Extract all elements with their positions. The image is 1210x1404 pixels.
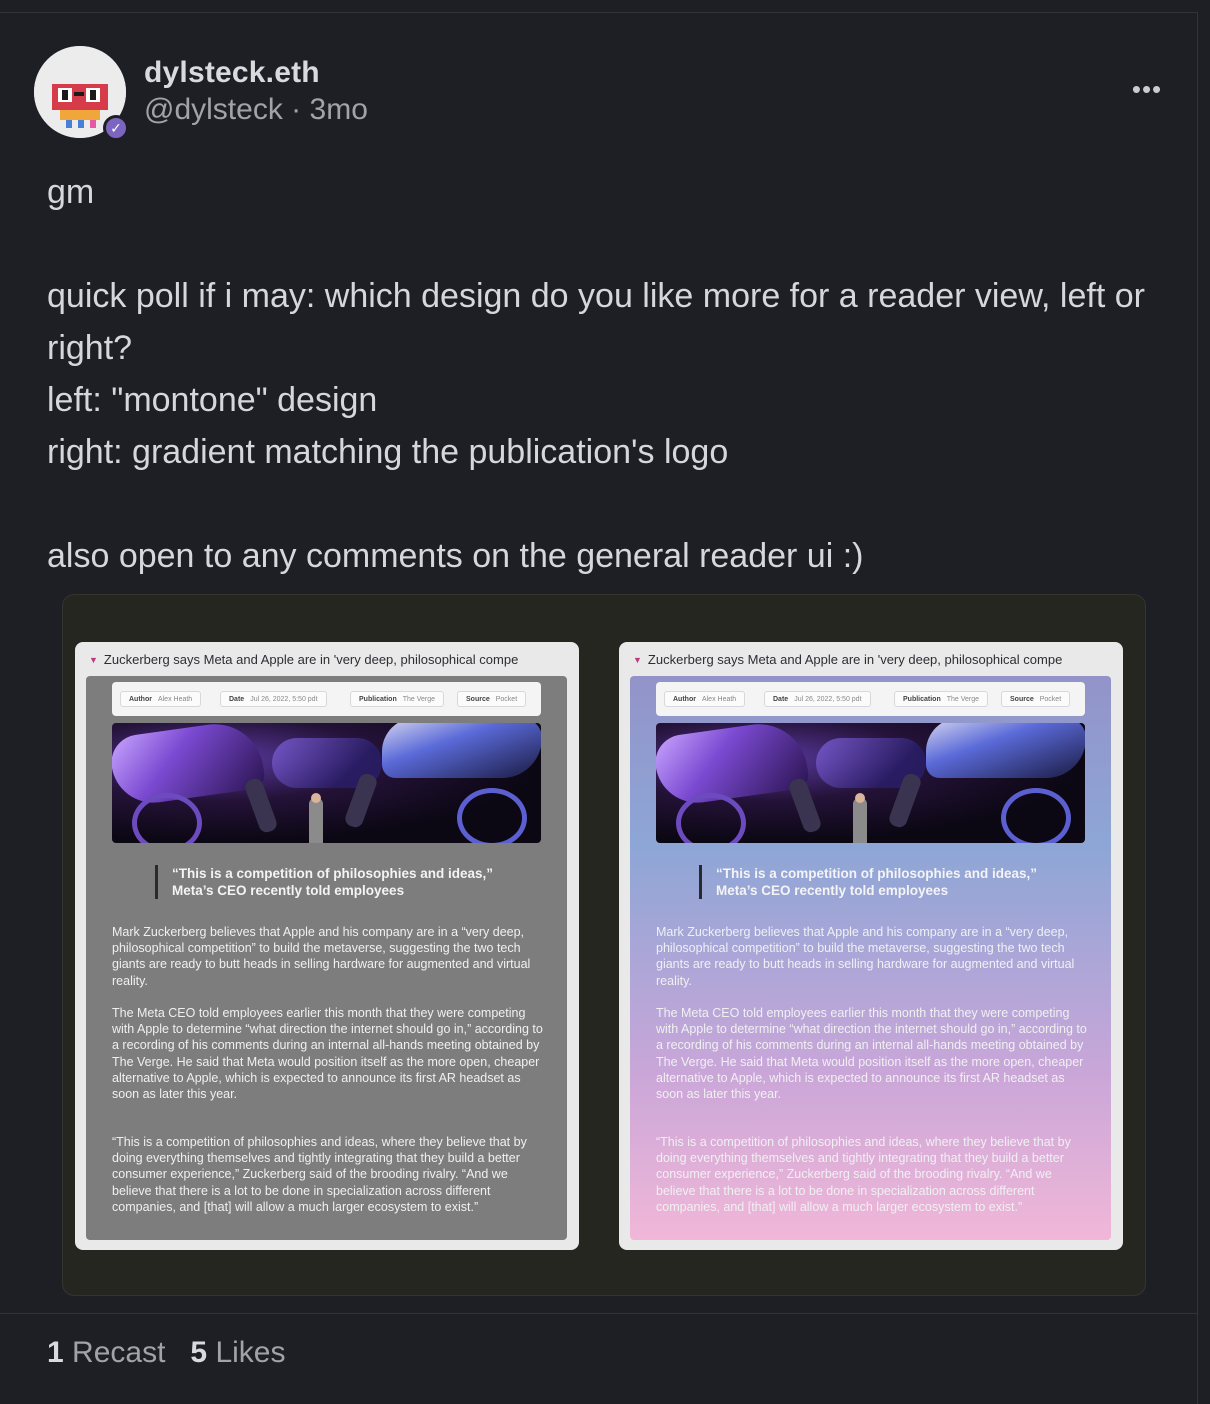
- card-title: ▼ Zuckerberg says Meta and Apple are in '…: [633, 652, 1063, 667]
- paragraph: Mark Zuckerberg believes that Apple and …: [656, 925, 1075, 988]
- paragraph: “This is a competition of philosophies a…: [656, 1135, 1071, 1214]
- article-hero-image: [112, 723, 541, 843]
- meta-bar: Author Alex Heath Date Jul 26, 2022, 5:50 …: [656, 682, 1085, 716]
- meta-bar: Author Alex Heath Date Jul 26, 2022, 5:50 …: [112, 682, 541, 716]
- reader-panel: Author Alex Heath Date Jul 26, 2022, 5:50 …: [86, 676, 567, 1240]
- meta-source: Source Pocket: [457, 691, 527, 707]
- handle[interactable]: @dylsteck: [144, 93, 283, 126]
- reader-panel: Author Alex Heath Date Jul 26, 2022, 5:50 …: [630, 676, 1111, 1240]
- ellipsis-icon[interactable]: •••: [1130, 74, 1164, 104]
- separator: ·: [291, 93, 302, 126]
- meta-author: Author Alex Heath: [664, 691, 746, 707]
- engagement-bar: 1 Recast 5 Likes: [47, 1336, 286, 1370]
- paragraph: The Meta CEO told employees earlier this…: [656, 1006, 1087, 1102]
- card-title: ▼ Zuckerberg says Meta and Apple are in '…: [89, 652, 519, 667]
- reader-card-monotone: ▼ Zuckerberg says Meta and Apple are in '…: [75, 642, 579, 1250]
- triangle-down-icon: ▼: [633, 655, 642, 665]
- paragraph: The Meta CEO told employees earlier this…: [112, 1006, 543, 1102]
- meta-author: Author Alex Heath: [120, 691, 202, 707]
- recasts-link[interactable]: 1 Recast: [47, 1336, 165, 1369]
- likes-link[interactable]: 5 Likes: [190, 1336, 285, 1369]
- post-text: gm quick poll if i may: which design do …: [47, 173, 1145, 575]
- display-name[interactable]: dylsteck.eth: [144, 56, 320, 90]
- meta-date: Date Jul 26, 2022, 5:50 pdt: [220, 691, 327, 707]
- paragraph: “This is a competition of philosophies a…: [112, 1135, 527, 1214]
- check-icon: ✓: [110, 120, 122, 136]
- paragraph: Mark Zuckerberg believes that Apple and …: [112, 925, 531, 988]
- meta-source: Source Pocket: [1001, 691, 1071, 707]
- meta-publication: Publication The Verge: [350, 691, 445, 707]
- post-age[interactable]: 3mo: [310, 93, 368, 126]
- article-hero-image: [656, 723, 1085, 843]
- reader-card-gradient: ▼ Zuckerberg says Meta and Apple are in '…: [619, 642, 1123, 1250]
- pull-quote: “This is a competition of philosophies a…: [155, 865, 512, 899]
- triangle-down-icon: ▼: [89, 655, 98, 665]
- meta-date: Date Jul 26, 2022, 5:50 pdt: [764, 691, 871, 707]
- verified-badge: ✓: [103, 115, 129, 141]
- handle-line: @dylsteck · 3mo: [144, 93, 368, 127]
- meta-publication: Publication The Verge: [894, 691, 989, 707]
- pull-quote: “This is a competition of philosophies a…: [699, 865, 1056, 899]
- divider: [0, 1313, 1198, 1314]
